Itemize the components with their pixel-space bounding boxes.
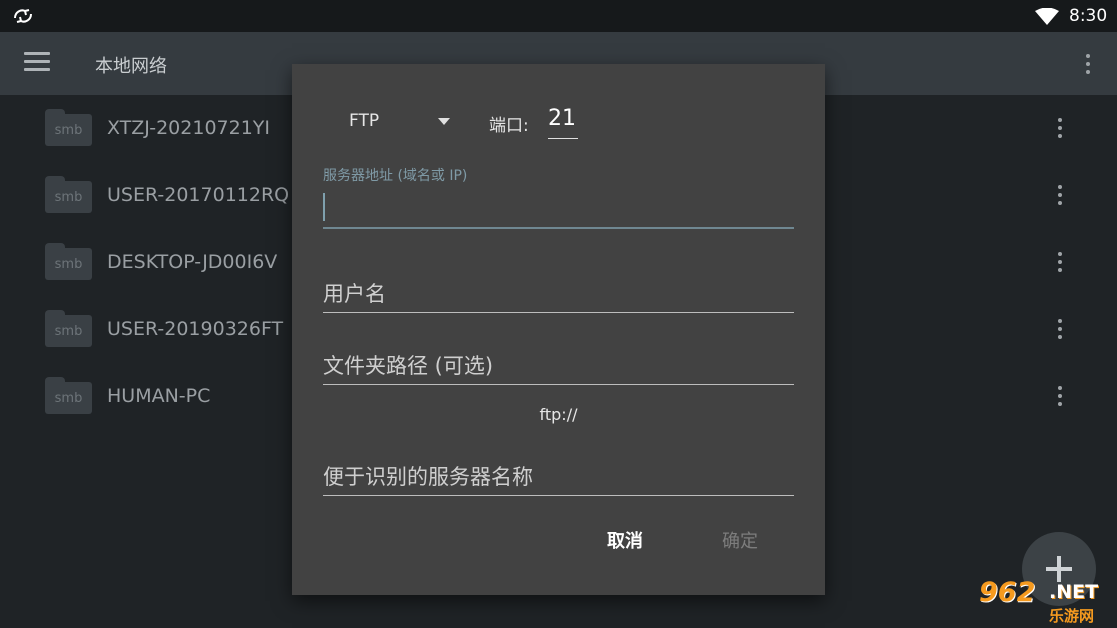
smb-badge: smb — [54, 324, 83, 339]
server-address-input[interactable] — [323, 189, 794, 229]
page-title: 本地网络 — [95, 56, 167, 77]
server-address-label: 服务器地址 (域名或 IP) — [323, 168, 468, 184]
protocol-select[interactable]: FTP — [349, 111, 379, 131]
display-name-field[interactable]: 便于识别的服务器名称 — [323, 455, 794, 496]
server-name: USER-20190326FT — [107, 318, 284, 340]
folder-icon: smb — [45, 377, 92, 414]
text-cursor — [323, 193, 325, 221]
server-name: HUMAN-PC — [107, 385, 211, 407]
more-vert-icon[interactable] — [1052, 116, 1068, 140]
smb-badge: smb — [54, 391, 83, 406]
url-preview: ftp:// — [539, 405, 578, 424]
watermark-number: 962 — [979, 577, 1036, 608]
more-vert-icon[interactable] — [1080, 52, 1096, 76]
more-vert-icon[interactable] — [1052, 250, 1068, 274]
dropdown-arrow-icon[interactable] — [438, 118, 450, 125]
watermark-logo: 962 .NET 乐游网 — [975, 577, 1117, 628]
smb-badge: smb — [54, 123, 83, 138]
watermark-suffix: .NET — [1049, 581, 1099, 603]
add-server-dialog: FTP 端口: 21 服务器地址 (域名或 IP) 用户名 文件夹路径 (可选)… — [292, 64, 825, 595]
more-vert-icon[interactable] — [1052, 317, 1068, 341]
folder-path-placeholder: 文件夹路径 (可选) — [323, 354, 494, 378]
username-field[interactable]: 用户名 — [323, 272, 794, 313]
watermark-chinese: 乐游网 — [1049, 607, 1095, 625]
ok-button[interactable]: 确定 — [722, 527, 758, 553]
smb-badge: smb — [54, 190, 83, 205]
folder-icon: smb — [45, 109, 92, 146]
port-value: 21 — [548, 106, 576, 131]
display-name-placeholder: 便于识别的服务器名称 — [323, 465, 533, 489]
server-name: XTZJ-20210721YI — [107, 117, 271, 139]
port-input[interactable]: 21 — [548, 106, 578, 139]
status-bar: 8:30 — [0, 0, 1117, 32]
port-label: 端口: — [489, 116, 529, 136]
folder-icon: smb — [45, 176, 92, 213]
cancel-button[interactable]: 取消 — [607, 527, 643, 553]
hamburger-menu-icon[interactable] — [24, 52, 50, 74]
folder-icon: smb — [45, 243, 92, 280]
server-name: USER-20170112RQ — [107, 184, 290, 206]
sync-app-icon — [14, 9, 32, 23]
wifi-icon — [1035, 8, 1059, 25]
more-vert-icon[interactable] — [1052, 183, 1068, 207]
status-time: 8:30 — [1069, 6, 1108, 26]
folder-path-field[interactable]: 文件夹路径 (可选) — [323, 344, 794, 385]
more-vert-icon[interactable] — [1052, 384, 1068, 408]
server-name: DESKTOP-JD00I6V — [107, 251, 278, 273]
username-placeholder: 用户名 — [323, 282, 386, 306]
folder-icon: smb — [45, 310, 92, 347]
smb-badge: smb — [54, 257, 83, 272]
